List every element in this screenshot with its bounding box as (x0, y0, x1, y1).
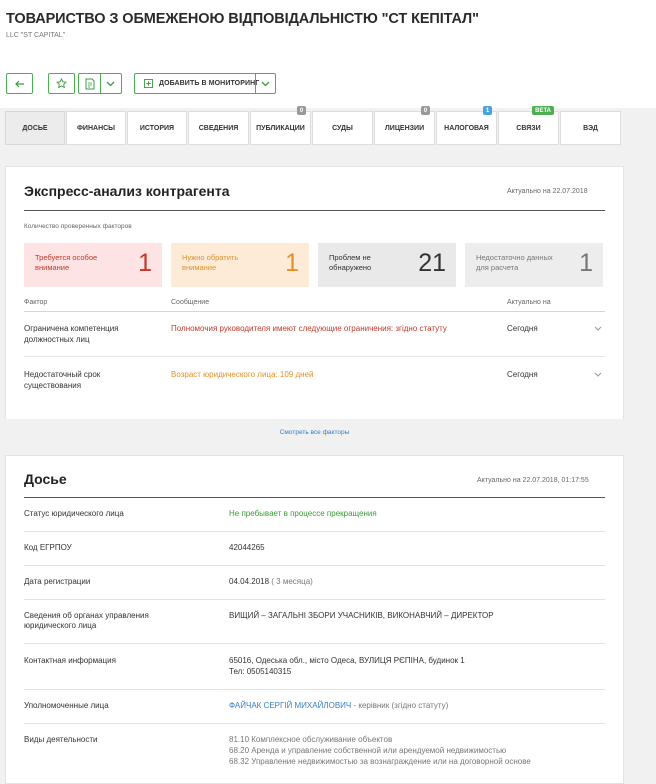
authorized-persons-label: Уполномоченные лица (24, 701, 109, 710)
tab-publications[interactable]: ПУБЛИКАЦИИ 0 (250, 106, 311, 145)
activity-item: 68.20 Аренда и управление собственной ил… (229, 746, 507, 755)
factor-row-2-name: Недостаточный срок существования (24, 370, 101, 390)
critical-box[interactable]: Требуется особое внимание 1 (24, 243, 162, 287)
company-subtitle: LLC "ST CAPITAL" (6, 32, 66, 39)
chevron-down-icon[interactable] (594, 326, 602, 332)
governance-value: ВИЩИЙ – ЗАГАЛЬНІ ЗБОРИ УЧАСНИКІВ, ВИКОНА… (229, 611, 494, 620)
page-header: ТОВАРИСТВО З ОБМЕЖЕНОЮ ВІДПОВІДАЛЬНІСТЮ … (0, 0, 656, 108)
activities-label: Виды деятельности (24, 735, 98, 744)
back-button[interactable] (6, 73, 33, 94)
ok-count: 21 (418, 249, 446, 277)
column-message: Сообщение (171, 299, 210, 306)
add-to-monitoring-label: ДОБАВИТЬ В МОНИТОРИНГ (159, 80, 260, 87)
contact-label: Контактная информация (24, 656, 116, 665)
licenses-badge: 0 (421, 106, 430, 115)
favorite-button[interactable] (48, 73, 75, 94)
edrpou-label: Код ЕГРПОУ (24, 543, 72, 552)
publications-badge: 0 (297, 106, 306, 115)
warning-box[interactable]: Нужно обратить внимание 1 (171, 243, 309, 287)
column-actual: Актуально на (507, 299, 551, 306)
factor-row-2-message: Возраст юридического лица: 109 дней (171, 370, 314, 379)
star-icon (56, 78, 67, 89)
tab-courts[interactable]: СУДЫ (312, 111, 373, 145)
tab-bar: ДОСЬЕ ФИНАНСЫ ИСТОРИЯ СВЕДЕНИЯ ПУБЛИКАЦИ… (0, 106, 656, 145)
no-data-count: 1 (579, 249, 593, 277)
factor-row-1-message: Полномочия руководителя имеют следующие … (171, 324, 447, 333)
arrow-left-icon (14, 80, 24, 87)
activity-item: 68.32 Управление недвижимостью за вознаг… (229, 757, 531, 766)
express-analysis-date: Актуально на 22.07.2018 (507, 188, 588, 195)
governance-label: Сведения об органах управления юридическ… (24, 611, 149, 630)
contact-address: 65016, Одеська обл., місто Одеса, ВУЛИЦЯ… (229, 656, 465, 665)
status-value: Не пребывает в процессе прекращения (229, 509, 377, 518)
tab-foreign-trade[interactable]: ВЭД (560, 111, 621, 145)
registration-age: ( 3 месяца) (271, 577, 313, 586)
tab-finance[interactable]: ФИНАНСЫ (66, 111, 126, 145)
registration-date-label: Дата регистрации (24, 577, 91, 586)
authorized-person-link[interactable]: ФАЙЧАК СЕРГІЙ МИХАЙЛОВИЧ (229, 701, 351, 710)
report-split-button[interactable] (78, 73, 122, 94)
factor-row-1-name: Ограничена компетенция должностных лиц (24, 324, 119, 344)
express-analysis-title: Экспресс-анализ контрагента (24, 183, 230, 199)
warning-count: 1 (285, 249, 299, 277)
relations-beta-badge: beta (532, 106, 554, 115)
dossier-date: Актуально на 22.07.2018, 01:17:55 (477, 477, 589, 484)
report-icon[interactable] (85, 78, 95, 90)
registration-date-value: 04.04.2018 ( 3 месяца) (229, 577, 313, 586)
chevron-down-icon[interactable] (594, 372, 602, 378)
status-label: Статус юридического лица (24, 509, 124, 518)
critical-count: 1 (138, 249, 152, 277)
ok-box[interactable]: Проблем не обнаружено 21 (318, 243, 456, 287)
tax-badge: 1 (483, 106, 492, 115)
add-to-monitoring-button[interactable]: ДОБАВИТЬ В МОНИТОРИНГ (134, 73, 276, 94)
contact-phone: Тел: 0505140315 (229, 667, 292, 676)
tab-history[interactable]: ИСТОРИЯ (127, 111, 187, 145)
factor-row-2-actual: Сегодня (507, 370, 538, 379)
column-factor: Фактор (24, 299, 48, 306)
dossier-title: Досье (24, 471, 67, 487)
express-analysis-card (5, 166, 624, 449)
no-data-box[interactable]: Недостаточно данных для расчета 1 (465, 243, 603, 287)
activity-item: 81.10 Комплексное обслуживание объектов (229, 735, 393, 744)
chevron-down-icon[interactable] (261, 81, 270, 87)
plus-box-icon (144, 79, 153, 88)
show-all-bar: Смотреть все факторы (5, 419, 624, 449)
tab-dossier[interactable]: ДОСЬЕ (5, 111, 65, 145)
tab-licenses[interactable]: ЛИЦЕНЗИИ 0 (374, 106, 435, 145)
chevron-down-icon[interactable] (106, 81, 115, 87)
company-title: ТОВАРИСТВО З ОБМЕЖЕНОЮ ВІДПОВІДАЛЬНІСТЮ … (6, 11, 479, 27)
tab-info[interactable]: СВЕДЕНИЯ (188, 111, 249, 145)
factor-row-1-actual: Сегодня (507, 324, 538, 333)
tab-relations[interactable]: СВЯЗИ beta (498, 106, 559, 145)
tab-tax[interactable]: НАЛОГОВАЯ 1 (436, 106, 497, 145)
edrpou-value: 42044265 (229, 543, 265, 552)
authorized-person: ФАЙЧАК СЕРГІЙ МИХАЙЛОВИЧ - керівник (згі… (229, 701, 449, 710)
checked-factors-label: Количество проверенных факторов (24, 223, 132, 230)
show-all-factors-link[interactable]: Смотреть все факторы (5, 429, 624, 436)
